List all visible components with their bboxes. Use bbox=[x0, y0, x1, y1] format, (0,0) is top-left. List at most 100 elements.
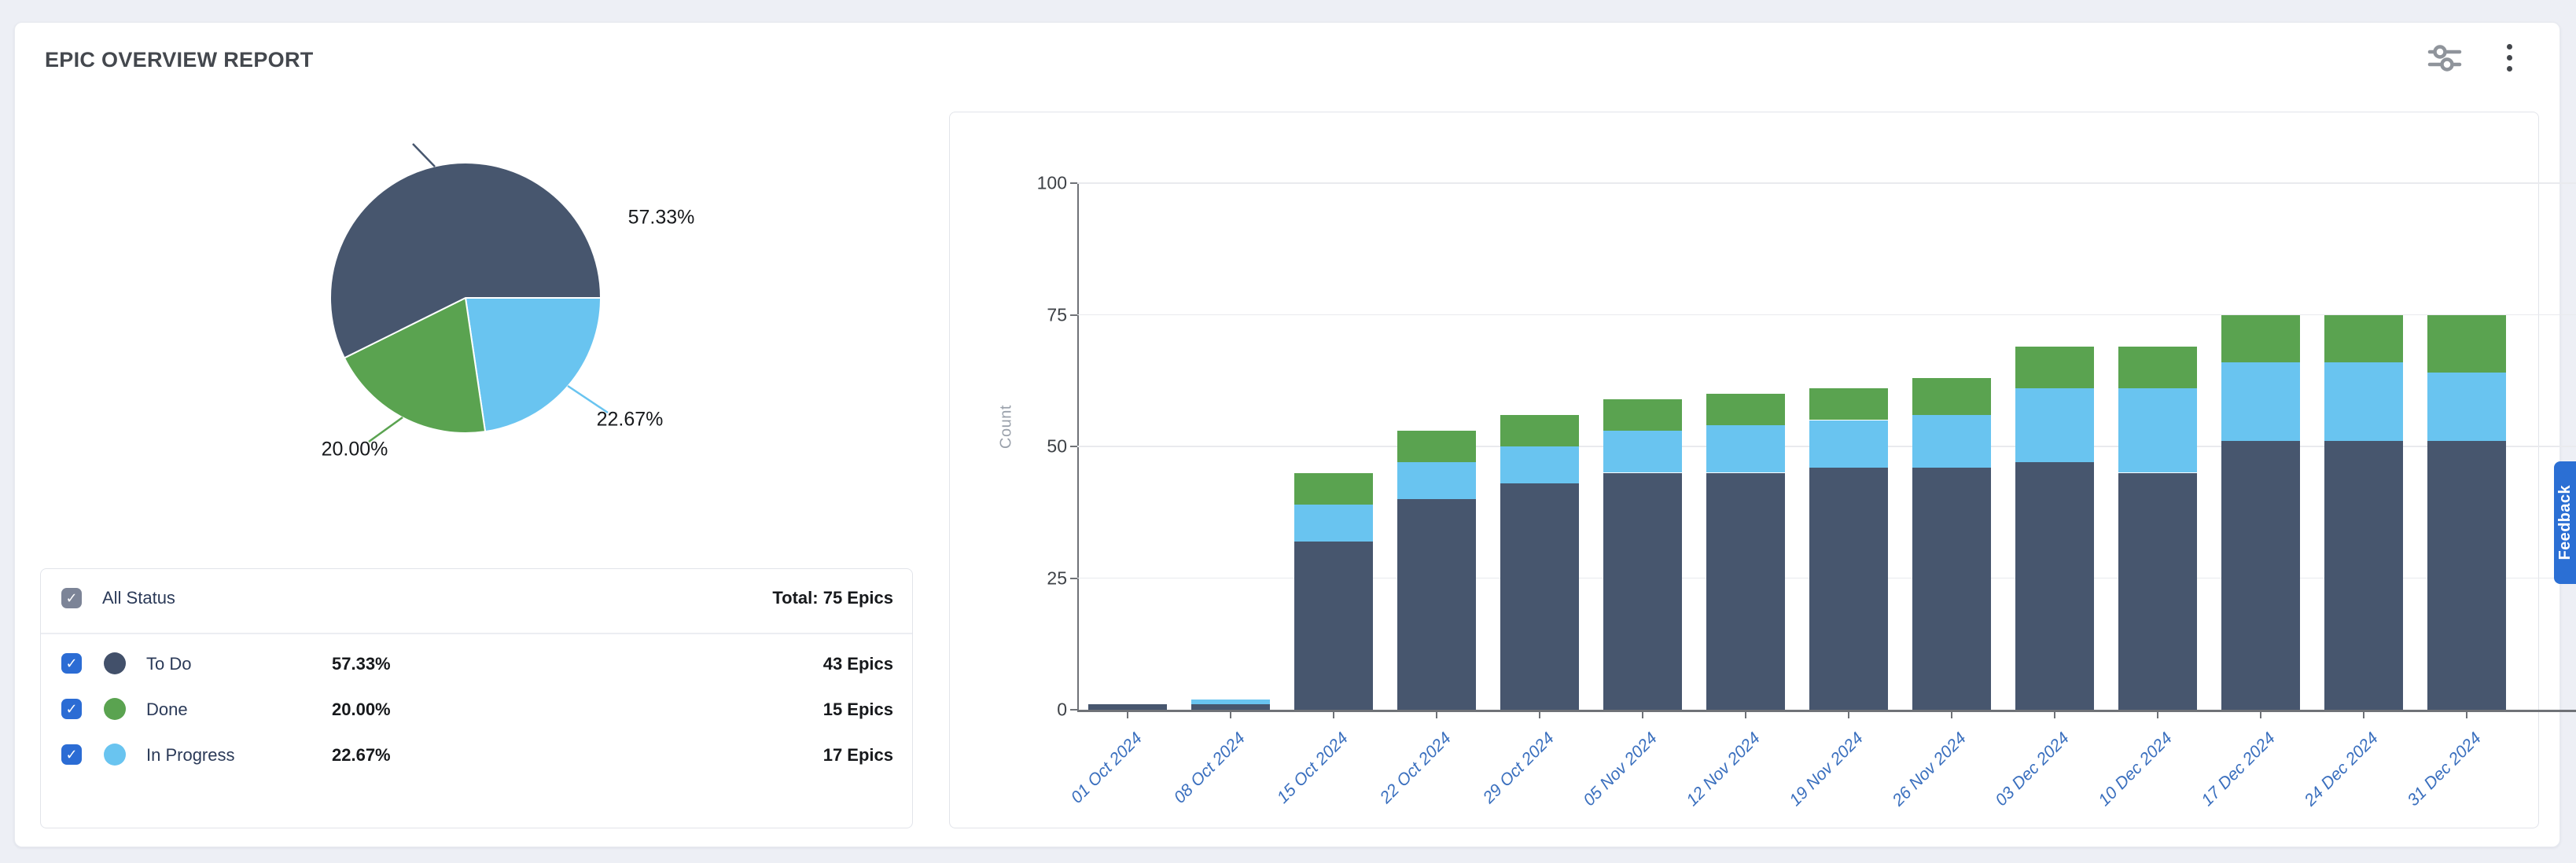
bar-segment-to-do[interactable] bbox=[1088, 704, 1167, 710]
x-axis-tick bbox=[2363, 711, 2364, 718]
x-tick-label: 03 Dec 2024 bbox=[1992, 729, 2074, 810]
all-status-checkbox[interactable]: ✓ bbox=[61, 588, 82, 608]
x-axis-tick bbox=[1848, 711, 1849, 718]
x-axis-tick bbox=[2157, 711, 2158, 718]
bar-segment-in-progress[interactable] bbox=[1294, 505, 1373, 542]
bar-segment-to-do[interactable] bbox=[1191, 704, 1270, 710]
bar-segment-to-do[interactable] bbox=[2427, 441, 2506, 710]
bar-segment-to-do[interactable] bbox=[2324, 441, 2403, 710]
pie-label-todo: 57.33% bbox=[628, 207, 695, 230]
x-tick-label: 10 Dec 2024 bbox=[2095, 729, 2177, 810]
inprogress-epics: 17 Epics bbox=[823, 745, 893, 766]
x-axis-line bbox=[1077, 710, 2576, 712]
x-tick-label: 19 Nov 2024 bbox=[1786, 729, 1868, 810]
page-title: EPIC OVERVIEW REPORT bbox=[45, 48, 314, 72]
card-toolbar bbox=[2426, 40, 2528, 75]
done-percent: 20.00% bbox=[332, 700, 391, 720]
bar-segment-in-progress[interactable] bbox=[1706, 425, 1785, 472]
bar-segment-done[interactable] bbox=[1912, 378, 1991, 415]
all-status-label: All Status bbox=[102, 588, 175, 608]
bar-segment-done[interactable] bbox=[2015, 347, 2094, 389]
legend-divider bbox=[41, 633, 912, 634]
inprogress-checkbox[interactable]: ✓ bbox=[61, 744, 82, 765]
bar-segment-done[interactable] bbox=[1706, 394, 1785, 425]
inprogress-label: In Progress bbox=[146, 745, 235, 766]
bar-segment-to-do[interactable] bbox=[1294, 542, 1373, 710]
feedback-button[interactable]: Feedback bbox=[2554, 461, 2576, 584]
bar-segment-in-progress[interactable] bbox=[2221, 362, 2300, 442]
todo-color-swatch bbox=[104, 652, 126, 674]
bar-segment-done[interactable] bbox=[2221, 315, 2300, 362]
bar-segment-in-progress[interactable] bbox=[1809, 420, 1888, 468]
bar-segment-in-progress[interactable] bbox=[2118, 388, 2197, 472]
pie-leader-line bbox=[413, 144, 435, 167]
bar-segment-in-progress[interactable] bbox=[1397, 462, 1476, 499]
bar-segment-to-do[interactable] bbox=[1912, 468, 1991, 710]
done-checkbox[interactable]: ✓ bbox=[61, 699, 82, 719]
x-axis-tick bbox=[1127, 711, 1128, 718]
y-tick-label: 100 bbox=[1018, 173, 1067, 194]
bar-segment-done[interactable] bbox=[1809, 388, 1888, 420]
x-tick-label: 01 Oct 2024 bbox=[1067, 729, 1146, 808]
bar-segment-to-do[interactable] bbox=[1397, 499, 1476, 710]
bar-segment-to-do[interactable] bbox=[1706, 473, 1785, 711]
x-axis-tick bbox=[1745, 711, 1746, 718]
x-axis-tick bbox=[2054, 711, 2055, 718]
x-tick-label: 08 Oct 2024 bbox=[1170, 729, 1249, 808]
x-axis-tick bbox=[1230, 711, 1231, 718]
bar-segment-to-do[interactable] bbox=[2118, 473, 2197, 711]
bar-segment-done[interactable] bbox=[1294, 473, 1373, 505]
x-tick-label: 17 Dec 2024 bbox=[2198, 729, 2280, 810]
bar-segment-done[interactable] bbox=[2324, 315, 2403, 362]
y-axis-line bbox=[1077, 183, 1079, 711]
done-label: Done bbox=[146, 700, 188, 720]
bar-segment-in-progress[interactable] bbox=[1603, 431, 1682, 473]
done-epics: 15 Epics bbox=[823, 700, 893, 720]
bar-segment-to-do[interactable] bbox=[1500, 483, 1579, 710]
bar-segment-done[interactable] bbox=[1603, 399, 1682, 431]
pie-label-inprogress: 22.67% bbox=[597, 409, 664, 432]
x-axis-tick bbox=[1951, 711, 1952, 718]
bar-segment-to-do[interactable] bbox=[2015, 462, 2094, 710]
bar-segment-to-do[interactable] bbox=[1603, 473, 1682, 711]
pie-chart: 57.33% 22.67% 20.00% bbox=[282, 109, 707, 479]
x-tick-label: 22 Oct 2024 bbox=[1376, 729, 1455, 808]
todo-checkbox[interactable]: ✓ bbox=[61, 653, 82, 674]
x-tick-label: 26 Nov 2024 bbox=[1889, 729, 1971, 810]
bar-chart-card: Count 0255075100 01 Oct 202408 Oct 20241… bbox=[949, 112, 2539, 828]
bar-segment-to-do[interactable] bbox=[2221, 441, 2300, 710]
x-tick-label: 24 Dec 2024 bbox=[2301, 729, 2383, 810]
y-axis-tick bbox=[1070, 709, 1077, 711]
x-axis-tick bbox=[1539, 711, 1540, 718]
bar-segment-in-progress[interactable] bbox=[1500, 446, 1579, 483]
bar-segment-done[interactable] bbox=[2427, 315, 2506, 373]
x-tick-label: 12 Nov 2024 bbox=[1683, 729, 1765, 810]
pie-slice-in-progress[interactable] bbox=[466, 298, 601, 432]
bar-segment-done[interactable] bbox=[1397, 431, 1476, 462]
x-tick-label: 05 Nov 2024 bbox=[1580, 729, 1662, 810]
y-tick-label: 50 bbox=[1018, 436, 1067, 457]
bar-segment-done[interactable] bbox=[1500, 415, 1579, 446]
filter-settings-button[interactable] bbox=[2426, 40, 2464, 75]
y-axis-tick bbox=[1070, 446, 1077, 447]
x-axis-tick bbox=[1333, 711, 1334, 718]
feedback-button-label: Feedback bbox=[2556, 485, 2574, 560]
status-legend-card: ✓ All Status Total: 75 Epics ✓ To Do 57.… bbox=[40, 568, 913, 828]
bar-segment-done[interactable] bbox=[2118, 347, 2197, 389]
bar-segment-in-progress[interactable] bbox=[1191, 700, 1270, 705]
y-tick-label: 0 bbox=[1018, 700, 1067, 721]
gridline bbox=[1077, 182, 2576, 184]
y-axis-tick bbox=[1070, 182, 1077, 184]
bar-segment-in-progress[interactable] bbox=[2427, 373, 2506, 441]
bar-plot-area bbox=[1077, 183, 2576, 710]
inprogress-percent: 22.67% bbox=[332, 745, 391, 766]
todo-label: To Do bbox=[146, 654, 191, 674]
todo-percent: 57.33% bbox=[332, 654, 391, 674]
todo-epics: 43 Epics bbox=[823, 654, 893, 674]
y-tick-label: 75 bbox=[1018, 304, 1067, 325]
bar-segment-in-progress[interactable] bbox=[2324, 362, 2403, 442]
bar-segment-in-progress[interactable] bbox=[2015, 388, 2094, 462]
bar-segment-to-do[interactable] bbox=[1809, 468, 1888, 710]
bar-segment-in-progress[interactable] bbox=[1912, 415, 1991, 468]
more-options-button[interactable] bbox=[2490, 40, 2528, 75]
